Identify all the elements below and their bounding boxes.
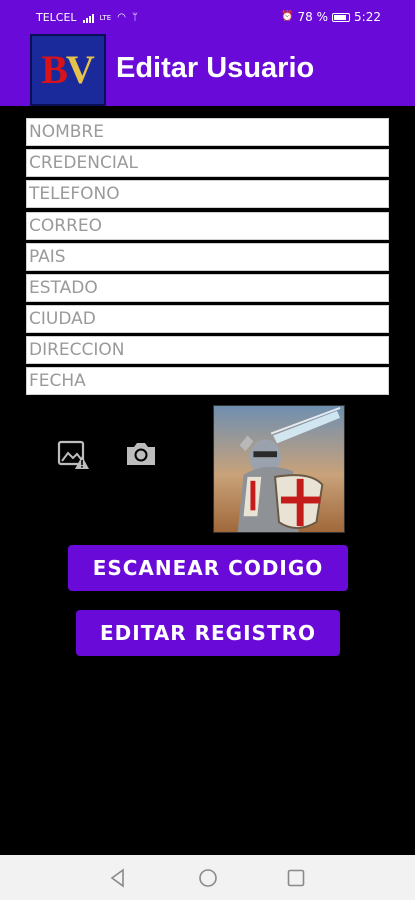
credencial-field[interactable]: [26, 149, 389, 177]
logo-letter-v: V: [65, 47, 95, 92]
battery-icon: [332, 12, 351, 22]
usb-icon: ᛘ: [131, 11, 138, 23]
navigation-bar: [0, 855, 415, 900]
app-bar: B V Editar Usuario: [0, 34, 415, 106]
alarm-icon: ⏰: [281, 11, 294, 22]
page-title: Editar Usuario: [116, 52, 315, 84]
pais-field[interactable]: [26, 243, 389, 271]
app-logo: B V: [30, 34, 106, 106]
carrier-label: TELCEL: [36, 11, 77, 24]
estado-field[interactable]: [26, 274, 389, 302]
telefono-field[interactable]: [26, 180, 389, 208]
recent-apps-icon[interactable]: [286, 868, 306, 888]
back-icon[interactable]: [108, 868, 128, 888]
network-label: LTE: [99, 13, 112, 22]
battery-percent: 78 %: [297, 10, 329, 24]
camera-icon[interactable]: [124, 440, 158, 468]
fecha-field[interactable]: [26, 367, 389, 395]
correo-field[interactable]: [26, 212, 389, 240]
signal-icon: [82, 13, 94, 23]
status-right: ⏰ 78 % 5:22: [281, 10, 381, 24]
status-bar: TELCEL LTE ◠ ᛘ ⏰ 78 % 5:22: [0, 0, 415, 34]
scan-code-button[interactable]: ESCANEAR CODIGO: [68, 545, 348, 591]
edit-record-button[interactable]: EDITAR REGISTRO: [76, 610, 340, 656]
status-left: TELCEL LTE ◠ ᛘ: [36, 11, 138, 24]
wifi-icon: ◠: [117, 11, 126, 23]
broken-image-icon[interactable]: [57, 440, 91, 470]
user-photo: [213, 405, 345, 533]
logo-letter-b: B: [41, 47, 68, 92]
clock: 5:22: [354, 10, 381, 24]
ciudad-field[interactable]: [26, 305, 389, 333]
home-icon[interactable]: [198, 868, 218, 888]
direccion-field[interactable]: [26, 336, 389, 364]
nombre-field[interactable]: [26, 118, 389, 146]
